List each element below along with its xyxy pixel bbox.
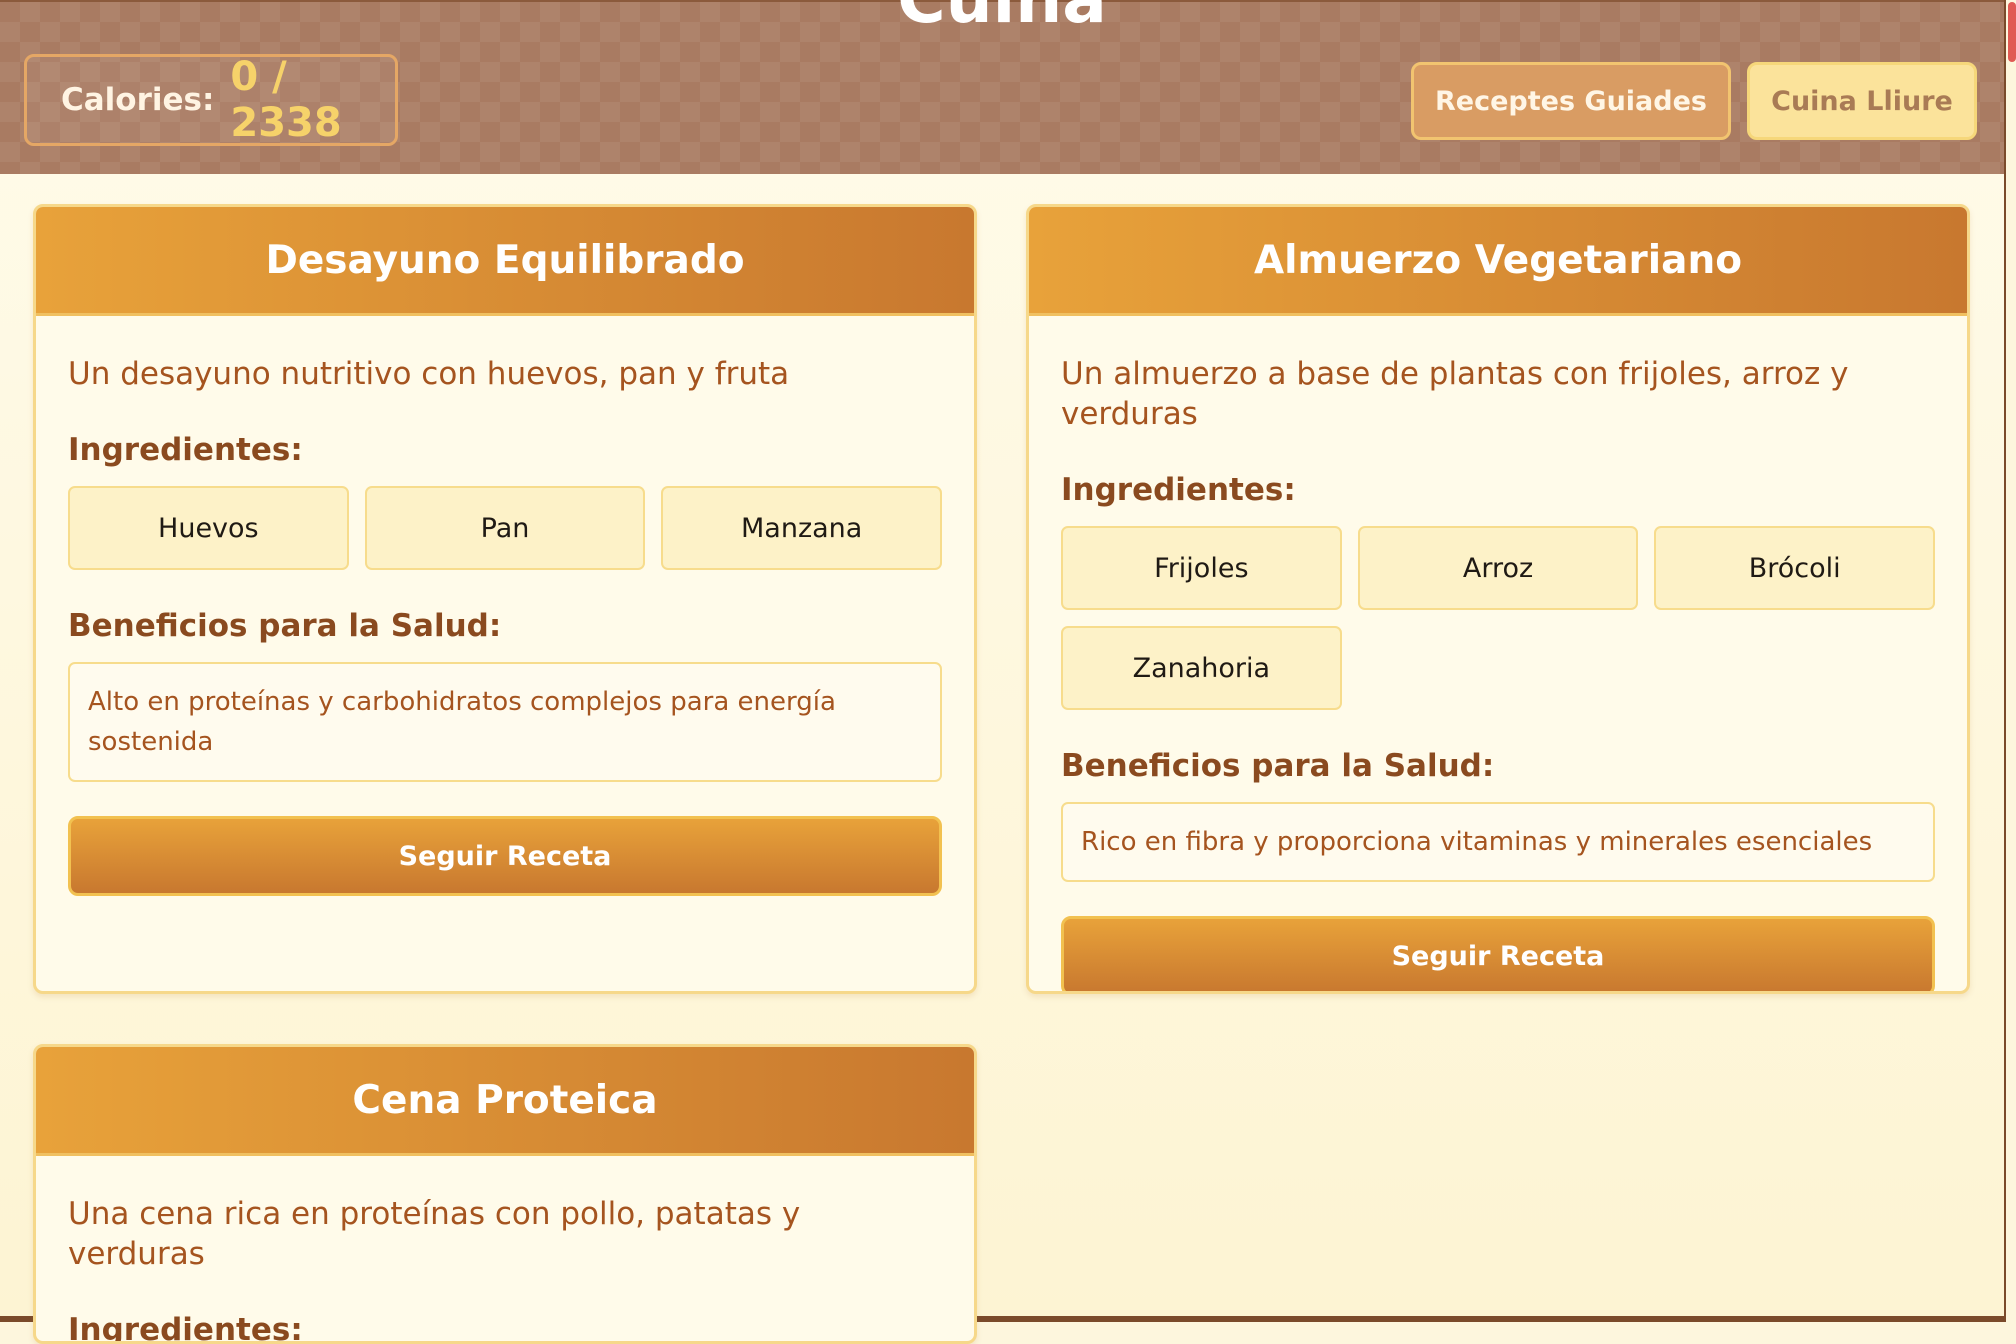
app-title: Cuina bbox=[0, 0, 2004, 40]
scrollbar-thumb[interactable] bbox=[2008, 2, 2016, 62]
ingredient-chip[interactable]: Frijoles bbox=[1061, 526, 1342, 610]
scrollbar[interactable] bbox=[2004, 0, 2016, 1316]
header-bar: Cuina Calories: 0 / 2338 Receptes Guiade… bbox=[0, 0, 2004, 174]
recipe-description: Un almuerzo a base de plantas con frijol… bbox=[1061, 356, 1849, 432]
recipe-card-dinner: Cena Proteica Una cena rica en proteínas… bbox=[33, 1044, 977, 1344]
app-frame: Cuina Calories: 0 / 2338 Receptes Guiade… bbox=[0, 0, 2006, 1344]
recipe-title: Almuerzo Vegetariano bbox=[1029, 207, 1967, 316]
benefits-label: Beneficios para la Salud: bbox=[68, 608, 502, 644]
follow-recipe-button[interactable]: Seguir Receta bbox=[1061, 916, 1935, 991]
ingredient-chip[interactable]: Zanahoria bbox=[1061, 626, 1342, 710]
benefits-text: Rico en fibra y proporciona vitaminas y … bbox=[1061, 802, 1935, 882]
follow-recipe-button[interactable]: Seguir Receta bbox=[68, 816, 942, 896]
ingredient-chip[interactable]: Brócoli bbox=[1654, 526, 1935, 610]
calories-value: 0 / 2338 bbox=[230, 54, 342, 146]
ingredients-list: Huevos Pan Manzana bbox=[68, 486, 942, 570]
recipe-card-lunch: Almuerzo Vegetariano Un almuerzo a base … bbox=[1026, 204, 1970, 994]
ingredients-list: Frijoles Arroz Brócoli Zanahoria bbox=[1061, 526, 1935, 710]
free-cooking-button[interactable]: Cuina Lliure bbox=[1747, 62, 1977, 140]
calories-counter: Calories: 0 / 2338 bbox=[24, 54, 398, 146]
recipe-title: Desayuno Equilibrado bbox=[36, 207, 974, 316]
ingredients-label: Ingredientes: bbox=[68, 1312, 303, 1344]
ingredient-chip[interactable]: Pan bbox=[364, 486, 646, 570]
recipe-description: Una cena rica en proteínas con pollo, pa… bbox=[68, 1196, 801, 1272]
ingredient-chip[interactable]: Huevos bbox=[68, 486, 349, 570]
recipe-title: Cena Proteica bbox=[36, 1047, 974, 1156]
ingredients-label: Ingredientes: bbox=[68, 432, 303, 468]
ingredient-chip[interactable]: Arroz bbox=[1357, 526, 1639, 610]
ingredient-chip[interactable]: Manzana bbox=[661, 486, 942, 570]
benefits-text: Alto en proteínas y carbohidratos comple… bbox=[68, 662, 942, 782]
recipe-card-breakfast: Desayuno Equilibrado Un desayuno nutriti… bbox=[33, 204, 977, 994]
calories-label: Calories: bbox=[61, 82, 215, 118]
guided-recipes-button[interactable]: Receptes Guiades bbox=[1411, 62, 1731, 140]
ingredients-label: Ingredientes: bbox=[1061, 472, 1296, 508]
recipe-description: Un desayuno nutritivo con huevos, pan y … bbox=[68, 356, 790, 392]
benefits-label: Beneficios para la Salud: bbox=[1061, 748, 1495, 784]
